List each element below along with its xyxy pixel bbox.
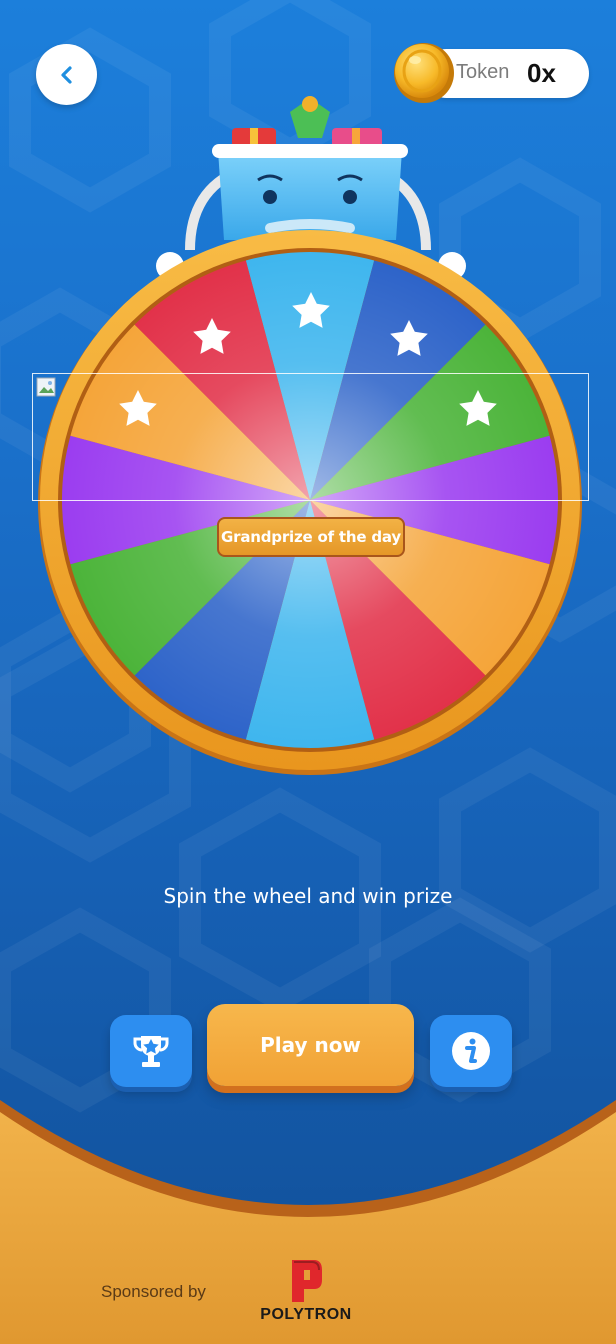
coin-icon [394,43,454,103]
info-button[interactable] [430,1015,512,1087]
sponsored-by-label: Sponsored by [101,1282,206,1301]
grandprize-label: Grandprize of the day [217,517,405,557]
info-icon [452,1032,490,1070]
sponsor-name: POLYTRON [260,1306,352,1323]
broken-image-icon [36,377,56,397]
tagline-text: Spin the wheel and win prize [163,884,453,908]
trophy-icon [133,1036,169,1067]
play-now-button[interactable]: Play now [207,1004,414,1086]
leaderboard-button[interactable] [110,1015,192,1087]
broken-image-placeholder [32,373,589,501]
spin-wheel-screen: Token 0x Grandprize of the day Spin the … [0,0,616,1344]
